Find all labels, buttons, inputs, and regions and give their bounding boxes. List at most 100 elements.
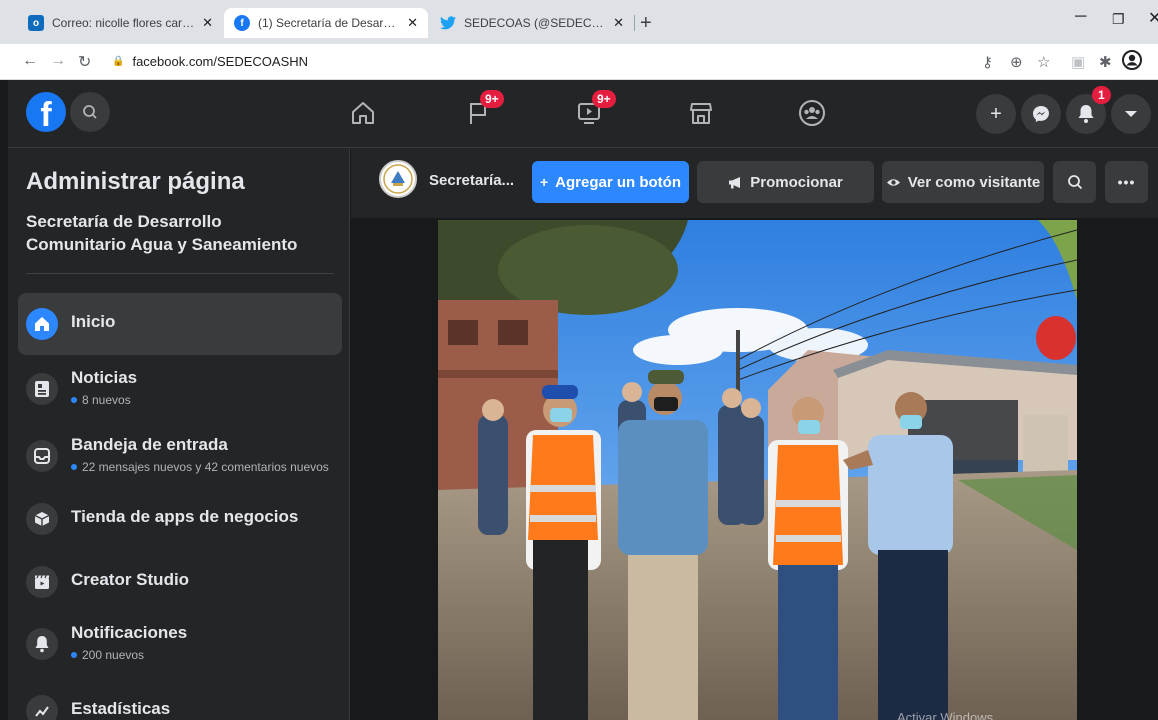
star-icon[interactable]: ☆ xyxy=(1037,53,1050,71)
groups-nav-button[interactable] xyxy=(797,98,827,128)
page-short-name[interactable]: Secretaría... xyxy=(429,172,514,189)
tab-separator xyxy=(634,15,635,31)
puzzle-icon[interactable]: ✱ xyxy=(1099,53,1112,71)
inbox-icon xyxy=(26,440,58,472)
button-label: Agregar un botón xyxy=(555,173,681,191)
home-icon xyxy=(352,102,374,124)
facebook-icon: f xyxy=(234,15,250,31)
news-icon xyxy=(26,373,58,405)
page-search-button[interactable] xyxy=(1053,161,1096,203)
sidebar-item-label: Noticias xyxy=(71,368,138,387)
clapper-icon xyxy=(26,566,58,598)
ellipsis-icon: ••• xyxy=(1117,174,1136,190)
extension-icon[interactable]: ▣ xyxy=(1071,53,1085,71)
promote-button[interactable]: Promocionar xyxy=(697,161,874,203)
messenger-button[interactable] xyxy=(1021,94,1061,134)
back-icon[interactable]: ← xyxy=(22,52,38,70)
reload-icon[interactable]: ↻ xyxy=(78,52,91,72)
tab-outlook[interactable]: o Correo: nicolle flores carranza - O ✕ xyxy=(18,8,223,38)
sidebar-item-label: Tienda de apps de negocios xyxy=(71,507,299,526)
browser-tab-bar: o Correo: nicolle flores carranza - O ✕ … xyxy=(0,0,1158,44)
outlook-icon: o xyxy=(28,15,44,31)
sidebar-item-creator-studio[interactable]: Creator Studio xyxy=(18,551,342,613)
url-field[interactable]: 🔒 facebook.com/SEDECOASHN xyxy=(112,54,308,69)
more-options-button[interactable]: ••• xyxy=(1105,161,1148,203)
marketplace-nav-button[interactable] xyxy=(686,98,716,128)
seal-logo xyxy=(383,164,413,194)
facebook-logo[interactable]: f xyxy=(26,92,66,134)
sidebar-item-bandeja[interactable]: Bandeja de entrada 22 mensajes nuevos y … xyxy=(18,425,342,487)
close-icon[interactable]: ✕ xyxy=(407,15,418,31)
manage-page-sidebar: Administrar página Secretaría de Desarro… xyxy=(8,148,350,720)
unread-dot xyxy=(71,464,77,470)
key-icon[interactable]: ⚷ xyxy=(982,53,993,71)
sidebar-item-tienda-apps[interactable]: Tienda de apps de negocios xyxy=(18,488,342,550)
street-photo-illustration xyxy=(438,220,1077,720)
page-avatar[interactable] xyxy=(379,160,417,198)
sidebar-item-label: Notificaciones xyxy=(71,623,188,642)
twitter-icon xyxy=(440,15,456,31)
sidebar-item-noticias[interactable]: Noticias 8 nuevos xyxy=(18,358,342,420)
plus-icon: + xyxy=(539,174,549,190)
search-icon xyxy=(1067,175,1082,190)
sidebar-title: Administrar página xyxy=(26,168,245,195)
close-icon[interactable]: ✕ xyxy=(202,15,213,31)
sidebar-item-label: Creator Studio xyxy=(71,570,190,589)
tab-facebook[interactable]: f (1) Secretaría de Desarrollo Comu ✕ xyxy=(224,8,428,38)
sidebar-item-label: Bandeja de entrada xyxy=(71,435,228,454)
add-button-button[interactable]: + Agregar un botón xyxy=(532,161,689,203)
page-feed: Activar Windows xyxy=(351,218,1158,720)
home-icon xyxy=(26,308,58,340)
profile-icon[interactable] xyxy=(1122,50,1142,74)
chevron-down-icon xyxy=(1125,111,1137,117)
minimize-icon[interactable]: ─ xyxy=(1075,8,1086,26)
bell-icon xyxy=(1078,105,1094,123)
notifications-badge: 1 xyxy=(1092,86,1111,104)
groups-icon xyxy=(799,100,825,126)
sidebar-item-count: 22 mensajes nuevos y 42 comentarios nuev… xyxy=(82,460,329,474)
pages-badge: 9+ xyxy=(480,90,504,108)
create-button[interactable]: + xyxy=(976,94,1016,134)
window-close-icon[interactable]: ✕ xyxy=(1148,8,1158,28)
zoom-icon[interactable]: ⊕ xyxy=(1010,53,1023,71)
insights-icon xyxy=(26,695,58,720)
store-icon xyxy=(690,103,712,124)
sidebar-item-notificaciones[interactable]: Notificaciones 200 nuevos xyxy=(18,613,342,675)
page-name[interactable]: Secretaría de Desarrollo Comunitario Agu… xyxy=(26,210,326,256)
sidebar-item-label: Estadísticas xyxy=(71,699,171,718)
eye-icon xyxy=(886,178,900,186)
tab-label: Correo: nicolle flores carranza - O xyxy=(52,16,194,30)
unread-dot xyxy=(71,397,77,403)
megaphone-icon xyxy=(729,176,741,188)
facebook-top-nav: f 9+ 9+ + 1 xyxy=(8,80,1158,148)
sidebar-item-inicio[interactable]: Inicio xyxy=(18,293,342,355)
messenger-icon xyxy=(1033,106,1049,122)
button-label: Promocionar xyxy=(750,173,843,191)
tab-label: (1) Secretaría de Desarrollo Comu xyxy=(258,16,399,30)
search-icon xyxy=(83,105,97,119)
business-apps-icon xyxy=(26,503,58,535)
sidebar-item-count: 8 nuevos xyxy=(82,393,131,407)
view-as-visitor-button[interactable]: Ver como visitante xyxy=(882,161,1044,203)
divider xyxy=(26,273,334,274)
account-menu-button[interactable] xyxy=(1111,94,1151,134)
url-text: facebook.com/SEDECOASHN xyxy=(132,54,309,69)
home-nav-button[interactable] xyxy=(348,98,378,128)
forward-icon[interactable]: → xyxy=(50,52,66,70)
search-button[interactable] xyxy=(70,92,110,132)
page-action-bar: Secretaría... + Agregar un botón Promoci… xyxy=(351,148,1158,218)
sidebar-item-estadisticas[interactable]: Estadísticas xyxy=(18,680,342,720)
sidebar-item-count: 200 nuevos xyxy=(82,648,145,662)
new-tab-button[interactable]: + xyxy=(640,12,652,35)
bell-icon xyxy=(26,628,58,660)
tab-twitter[interactable]: SEDECOAS (@SEDECOAS_HN) / T ✕ xyxy=(430,8,634,38)
button-label: Ver como visitante xyxy=(907,173,1041,191)
close-icon[interactable]: ✕ xyxy=(613,15,624,31)
lock-icon: 🔒 xyxy=(112,56,125,67)
address-bar: ← → ↻ 🔒 facebook.com/SEDECOASHN ⚷ ⊕ ☆ ▣ … xyxy=(0,44,1158,80)
sidebar-item-label: Inicio xyxy=(71,312,116,331)
watch-badge: 9+ xyxy=(592,90,616,108)
windows-activation-watermark: Activar Windows xyxy=(897,710,994,720)
cover-photo[interactable] xyxy=(438,220,1077,720)
restore-icon[interactable]: ❐ xyxy=(1112,11,1125,28)
